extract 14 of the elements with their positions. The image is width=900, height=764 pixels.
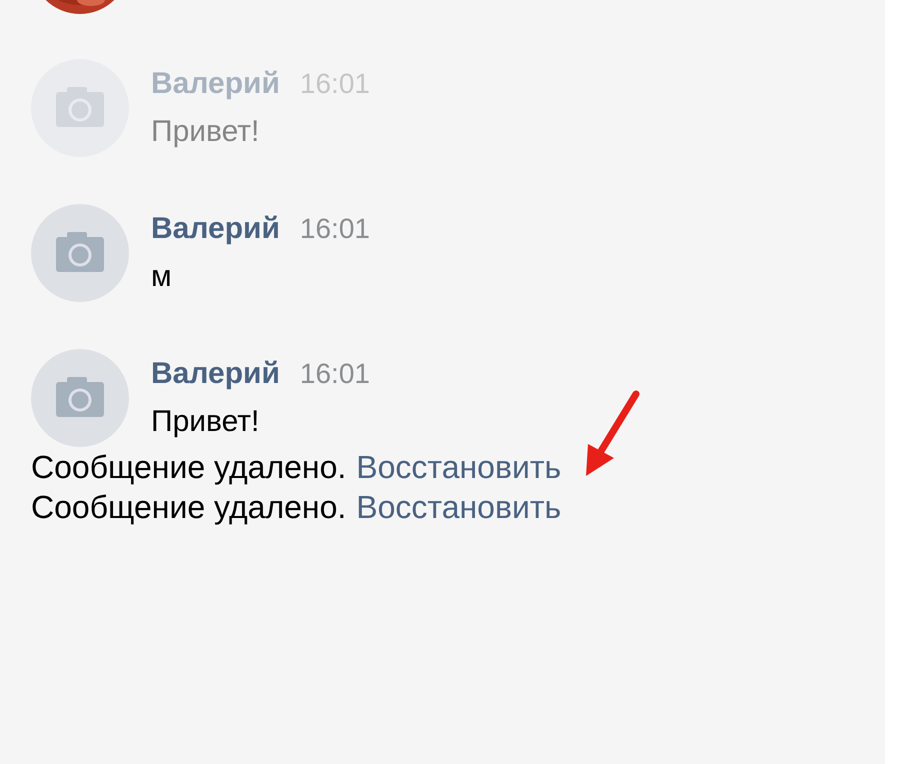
camera-avatar-icon [31, 204, 129, 302]
author-name[interactable]: Валерий [151, 212, 280, 246]
message-time: 16:01 [300, 358, 370, 390]
deleted-notice: Сообщение удалено. [31, 449, 346, 487]
restore-link[interactable]: Восстановить [356, 489, 562, 529]
deleted-notice: Сообщение удалено. [31, 489, 346, 527]
restore-link[interactable]: Восстановить [356, 449, 562, 489]
camera-avatar-icon [31, 348, 129, 446]
camera-avatar-icon [31, 58, 129, 156]
author-name[interactable]: Валерий [151, 356, 280, 390]
message-text: Привет! [151, 404, 260, 438]
message-text: м [151, 260, 173, 294]
message-text: Привет! [151, 114, 260, 148]
message-time: 16:01 [300, 212, 370, 244]
